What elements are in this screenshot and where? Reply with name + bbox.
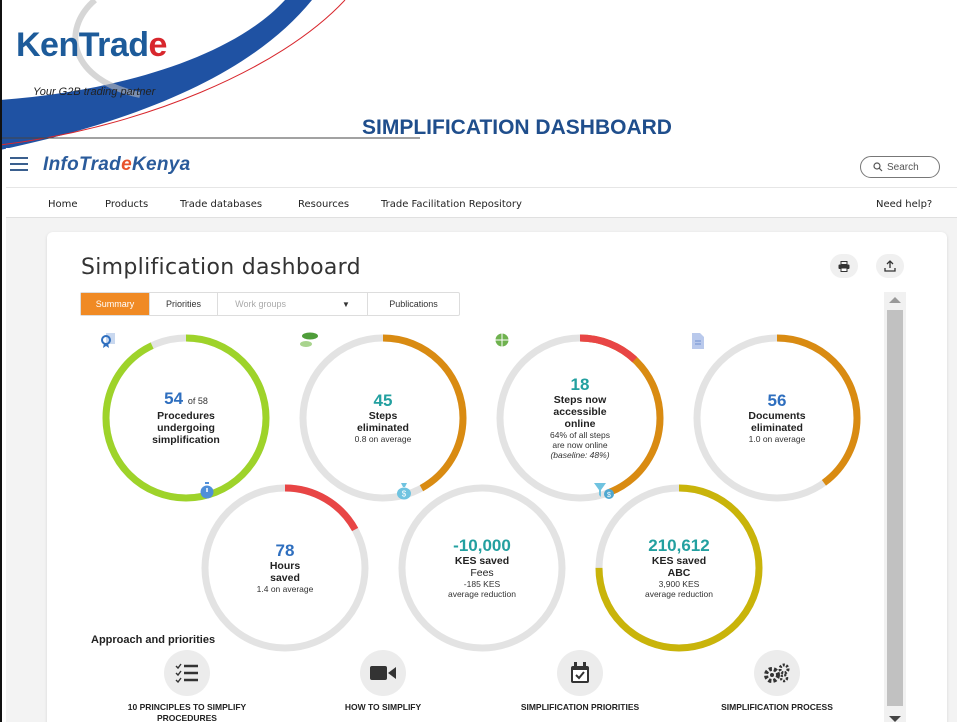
approach-label: SIMPLIFICATION PRIORITIES [520,702,640,712]
nav-resources[interactable]: Resources [298,199,349,210]
stat-value: 54 of 58 [164,389,208,408]
approach-label: HOW TO SIMPLIFY [344,702,422,712]
stopwatch-icon [200,482,214,499]
stat-sub: 64% of all steps [549,430,610,440]
top-bar: InfoTradeKenya Search [6,148,957,188]
svg-text:$: $ [607,492,611,499]
approach-how-to-simplify[interactable]: HOW TO SIMPLIFY [293,650,473,713]
stat-sub: 0.8 on average [354,434,412,444]
ribbon-icon [101,333,115,348]
stat-label: Documents [748,410,806,422]
gears-icon [754,650,800,696]
stat-label: simplification [152,434,220,446]
slide: KenTrade Your G2B trading partner SIMPLI… [0,0,957,722]
approach-title: Approach and priorities [91,634,216,646]
slide-title: SIMPLIFICATION DASHBOARD [362,116,672,139]
approach-priorities[interactable]: SIMPLIFICATION PRIORITIES [490,650,670,713]
stat-sub: average reduction [644,589,714,599]
stat-label: eliminated [751,422,803,434]
tab-summary[interactable]: Summary [81,293,150,315]
video-camera-icon [360,650,406,696]
workgroups-label: Work groups [235,299,286,309]
document-icon [692,333,704,349]
print-icon [838,260,850,272]
approach-principles[interactable]: 10 PRINCIPLES TO SIMPLIFY PROCEDURES [97,650,277,722]
scrollbar-thumb[interactable] [887,310,903,706]
nav-products[interactable]: Products [105,199,148,210]
stat-sub: (baseline: 48%) [550,450,610,460]
card-title: Simplification dashboard [81,255,361,280]
infotradekenya-logo[interactable]: InfoTradeKenya [43,154,190,176]
stat-label: online [564,418,596,430]
scroll-down-icon[interactable] [889,716,901,722]
funnel-money-icon: $ [594,483,614,499]
search-label: Search [887,161,919,173]
stat-value: -10,000 [453,536,511,555]
stat-steps-eliminated[interactable]: 45 Steps eliminated 0.8 on average [297,332,469,504]
stat-label: Procedures [157,410,215,422]
upload-icon [884,260,896,272]
stat-sub: -185 KES [463,579,501,589]
stat-label: Steps [368,410,398,422]
nav-home[interactable]: Home [48,199,78,210]
tab-publications[interactable]: Publications [368,293,459,315]
stat-value: 18 [570,375,590,394]
approach-process[interactable]: SIMPLIFICATION PROCESS [687,650,867,713]
print-button[interactable] [830,254,858,278]
money-bag-icon: $ [397,483,411,500]
stat-sub: 1.4 on average [256,584,314,594]
stat-sub: average reduction [447,589,517,599]
scroll-up-icon[interactable] [889,297,901,303]
stat-label: Hours [269,560,301,572]
stat-procedures[interactable]: 54 of 58 Procedures undergoing simplific… [100,332,272,504]
stat-label: saved [270,572,300,584]
caret-down-icon: ▼ [341,299,350,309]
globe-icon [495,333,509,347]
approach-label: 10 PRINCIPLES TO SIMPLIFY [127,702,247,712]
stat-documents[interactable]: 56 Documents eliminated 1.0 on average [691,332,863,504]
approach-label: SIMPLIFICATION PROCESS [721,702,833,712]
stat-value: 210,612 [648,536,710,555]
nav-trade-facilitation-repository[interactable]: Trade Facilitation Repository [381,199,522,210]
search-icon [873,162,883,172]
dashboard-card: Simplification dashboard Summary Priorit… [47,232,947,722]
stat-label: KES saved [454,555,510,567]
main-nav: Home Products Trade databases Resources … [6,188,957,218]
svg-text:$: $ [402,490,407,499]
tab-priorities[interactable]: Priorities [150,293,218,315]
stat-hours-saved[interactable]: 78 Hours saved 1.4 on average [199,482,371,654]
stat-value: 78 [275,541,295,560]
stat-abc-saved[interactable]: $ 210,612 KES saved ABC 3,900 KES averag… [593,482,765,654]
stat-label: eliminated [357,422,409,434]
stat-label: ABC [667,567,691,579]
footsteps-icon [300,332,318,347]
nav-trade-databases[interactable]: Trade databases [180,199,262,210]
tab-workgroups[interactable]: Work groups ▼ [218,293,368,315]
stat-label: KES saved [651,555,707,567]
stat-sub: 3,900 KES [658,579,700,589]
stat-label: accessible [553,406,607,418]
dashboard-tabs: Summary Priorities Work groups ▼ Publicat… [80,292,460,316]
stat-steps-online[interactable]: 18 Steps now accessible online 64% of al… [494,332,666,504]
stat-sub: 1.0 on average [748,434,806,444]
stat-value: 56 [767,391,787,410]
app-window: InfoTradeKenya Search Home Products Trad… [6,148,957,722]
stat-value: 45 [373,391,393,410]
share-button[interactable] [876,254,904,278]
header-swoosh [0,0,420,150]
checklist-icon [164,650,210,696]
calendar-check-icon [557,650,603,696]
stat-label: undergoing [157,422,215,434]
menu-icon[interactable] [10,157,28,173]
stat-sub: are now online [552,440,608,450]
stat-fees-saved[interactable]: $ -10,000 KES saved Fees -185 KES averag… [396,482,568,654]
tagline: Your G2B trading partner [33,86,156,98]
kentrade-logo: KenTrade [16,26,167,64]
scrollbar[interactable] [884,292,906,722]
nav-need-help[interactable]: Need help? [876,199,932,210]
stat-label: Fees [470,567,494,579]
approach-label: PROCEDURES [157,713,217,722]
stat-label: Steps now [553,394,607,406]
search-button[interactable]: Search [860,156,940,178]
